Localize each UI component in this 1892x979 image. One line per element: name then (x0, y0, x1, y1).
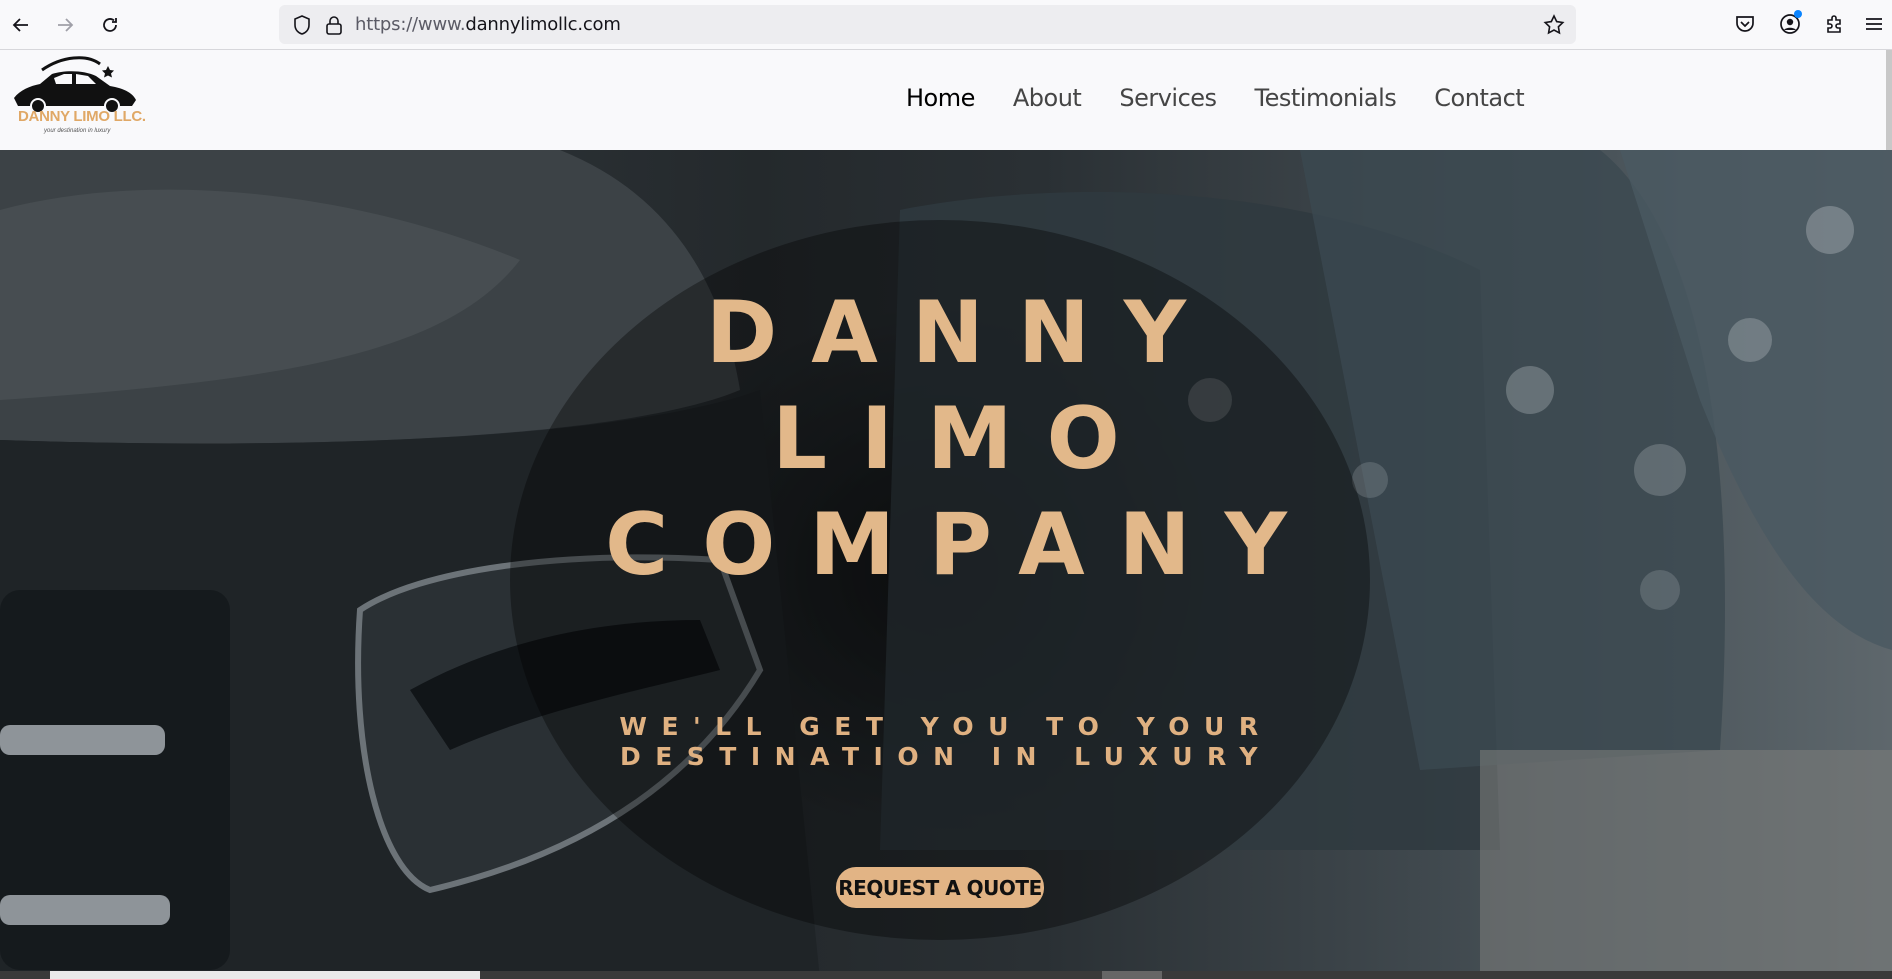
request-quote-button[interactable]: REQUEST A QUOTE (836, 867, 1044, 908)
hero-title-line-2: LIMO (772, 389, 1154, 489)
hero-section: DANNY LIMO COMPANY WE'LL GET YOU TO YOUR… (0, 150, 1892, 979)
extensions-icon (1827, 15, 1841, 33)
hero-title-line-3: COMPANY (605, 495, 1321, 595)
hero-title: DANNY LIMO COMPANY (0, 280, 1892, 598)
url-domain: dannylimollc.com (465, 14, 621, 35)
back-arrow-icon (12, 18, 28, 32)
url-bar[interactable]: https://www.dannylimollc.com (279, 5, 1576, 44)
site-header: DANNY LIMO LLC. your destination in luxu… (0, 50, 1892, 150)
bookmark-star-icon[interactable] (1542, 13, 1566, 37)
logo-tagline: your destination in luxury (44, 128, 111, 134)
main-navigation: Home About Services Testimonials Contact (906, 84, 1525, 112)
extensions-button[interactable] (1823, 12, 1847, 36)
account-button[interactable] (1778, 10, 1802, 36)
notification-dot (1794, 10, 1802, 18)
horizontal-scrollbar-thumb[interactable] (50, 971, 480, 979)
nav-about[interactable]: About (1013, 84, 1082, 112)
lock-icon[interactable] (323, 14, 345, 36)
menu-button[interactable] (1862, 12, 1886, 36)
url-prefix: https://www. (355, 14, 466, 35)
hero-subtitle: WE'LL GET YOU TO YOUR DESTINATION IN LUX… (0, 712, 1892, 772)
horizontal-scrollbar-segment (1102, 971, 1162, 979)
limo-car-icon (14, 56, 136, 112)
browser-toolbar: https://www.dannylimollc.com (0, 0, 1892, 50)
hero-subtitle-line-1: WE'LL GET YOU TO YOUR (619, 712, 1273, 741)
shield-icon[interactable] (291, 14, 313, 36)
forward-button[interactable] (50, 10, 80, 40)
reload-icon (103, 18, 117, 32)
pocket-button[interactable] (1733, 12, 1757, 36)
nav-testimonials[interactable]: Testimonials (1255, 84, 1397, 112)
url-text: https://www.dannylimollc.com (355, 14, 621, 35)
hero-title-line-1: DANNY (705, 283, 1221, 383)
nav-services[interactable]: Services (1119, 84, 1217, 112)
nav-home[interactable]: Home (906, 84, 975, 112)
logo-name: DANNY LIMO LLC. (18, 108, 146, 125)
menu-icon (1866, 18, 1882, 30)
nav-contact[interactable]: Contact (1434, 84, 1524, 112)
pocket-icon (1736, 16, 1754, 32)
company-logo[interactable]: DANNY LIMO LLC. your destination in luxu… (12, 56, 146, 140)
back-button[interactable] (6, 10, 36, 40)
reload-button[interactable] (95, 10, 125, 40)
forward-arrow-icon (58, 18, 74, 32)
hero-subtitle-line-2: DESTINATION IN LUXURY (619, 742, 1273, 771)
